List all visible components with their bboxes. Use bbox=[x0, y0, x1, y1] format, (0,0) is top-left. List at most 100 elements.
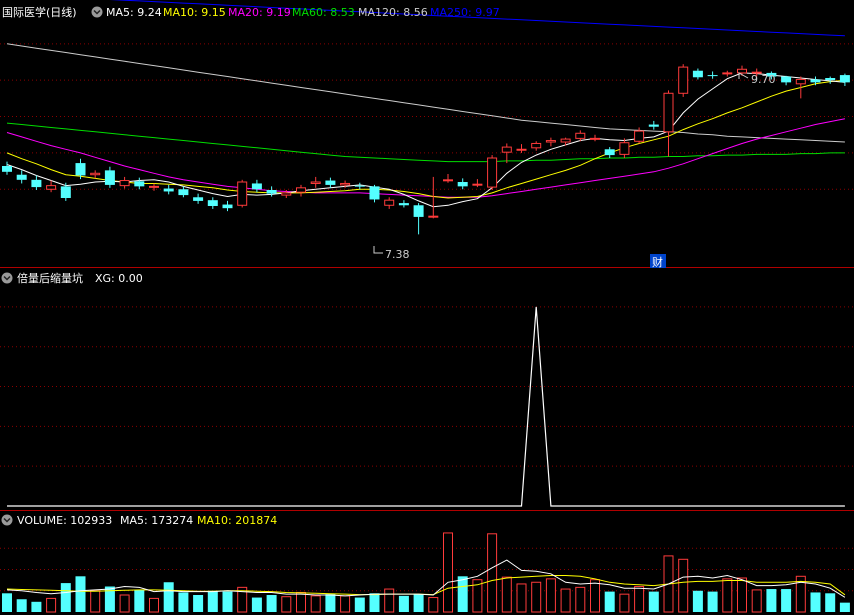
candle-body-up bbox=[90, 172, 101, 176]
volume-bar-up bbox=[310, 595, 321, 613]
ma10-readout: MA10: 9.15 bbox=[163, 6, 226, 19]
volume-bar-down bbox=[839, 602, 850, 612]
volume-bar-down bbox=[163, 582, 174, 612]
ma250-readout: MA250: 9.97 bbox=[430, 6, 500, 19]
candle-body-up bbox=[384, 199, 395, 206]
candle-body-down bbox=[163, 188, 174, 192]
candle-body-up bbox=[678, 66, 689, 94]
candle[interactable] bbox=[678, 64, 689, 97]
candle-body-down bbox=[707, 75, 718, 77]
volume-bar-up bbox=[340, 595, 351, 613]
volume-bar-down bbox=[325, 594, 336, 612]
volume-bar-up bbox=[149, 597, 159, 613]
candle-body-down bbox=[398, 203, 409, 206]
volume-bar-down bbox=[178, 592, 189, 612]
volume-bar-up bbox=[545, 578, 556, 613]
candle-body-up bbox=[46, 185, 57, 190]
candle-body-up bbox=[531, 142, 542, 149]
candle-body-down bbox=[134, 181, 145, 187]
candle-body-down bbox=[193, 197, 204, 201]
candle-body-up bbox=[340, 182, 351, 186]
candle-body-down bbox=[325, 180, 336, 185]
candle-body-down bbox=[692, 70, 703, 78]
volume-readout: VOLUME: 102933 bbox=[17, 514, 112, 527]
volume-bar-down bbox=[31, 601, 42, 612]
candle-body-up bbox=[119, 180, 130, 187]
candle-body-down bbox=[60, 186, 71, 198]
volume-bar-down bbox=[810, 592, 821, 612]
candle-body-down bbox=[825, 78, 836, 81]
volume-bar-up bbox=[737, 577, 747, 613]
volume-bar-down bbox=[413, 594, 424, 612]
volume-bar-up bbox=[281, 596, 292, 613]
candle-body-up bbox=[575, 132, 586, 139]
volume-bar-up bbox=[119, 594, 130, 613]
stock-name-label: 国际医学(日线) bbox=[2, 5, 77, 19]
candle[interactable] bbox=[237, 179, 248, 208]
volume-bar-up bbox=[531, 581, 542, 613]
candle-body-up bbox=[795, 78, 806, 85]
candle-body-down bbox=[104, 170, 115, 185]
xg-readout: XG: 0.00 bbox=[95, 272, 143, 285]
volume-bar-down bbox=[222, 591, 233, 612]
candle-body-down bbox=[354, 185, 365, 187]
collapse-indicator-panel-icon[interactable] bbox=[1, 272, 13, 284]
candle-body-up bbox=[634, 130, 645, 142]
volume-bar-up bbox=[443, 532, 453, 613]
candle-body-down bbox=[839, 75, 850, 83]
candle-body-down bbox=[604, 149, 615, 156]
candle-body-up bbox=[722, 72, 733, 75]
volume-ma5-readout: MA5: 173274 bbox=[120, 514, 193, 527]
collapse-price-panel-icon[interactable] bbox=[91, 6, 103, 18]
volume-bar-down bbox=[207, 590, 218, 612]
candle-body-down bbox=[222, 204, 233, 209]
volume-bar-down bbox=[60, 583, 71, 612]
volume-bar-down bbox=[604, 591, 615, 612]
candle-body-down bbox=[369, 186, 380, 200]
candle-body-up bbox=[237, 181, 248, 206]
volume-bar-down bbox=[457, 576, 468, 612]
volume-bar-up bbox=[575, 586, 586, 613]
candle-body-up bbox=[545, 140, 556, 143]
volume-bar-down bbox=[266, 595, 277, 612]
low-price-label: 7.38 bbox=[385, 248, 410, 261]
candle-body-down bbox=[810, 79, 821, 83]
candle[interactable] bbox=[487, 155, 498, 190]
volume-bar-up bbox=[90, 590, 101, 613]
ma20-readout: MA20: 9.19 bbox=[228, 6, 291, 19]
candle-body-down bbox=[413, 205, 424, 217]
volume-bar-down bbox=[398, 595, 409, 612]
candle-body-down bbox=[457, 182, 468, 187]
candle-body-down bbox=[31, 179, 42, 188]
financial-report-label: 财 bbox=[652, 255, 663, 269]
volume-bar-up bbox=[751, 589, 762, 613]
volume-bar-down bbox=[16, 599, 27, 612]
volume-ma10-readout: MA10: 201874 bbox=[197, 514, 277, 527]
candle-body-up bbox=[310, 181, 321, 184]
candle-body-down bbox=[207, 200, 218, 206]
ma120-readout: MA120: 8.56 bbox=[358, 6, 428, 19]
volume-bar-down bbox=[825, 593, 836, 612]
candle-body-down bbox=[648, 124, 659, 127]
candle-body-up bbox=[443, 179, 453, 182]
ma60-readout: MA60: 8.53 bbox=[292, 6, 355, 19]
candle-body-down bbox=[16, 174, 27, 180]
candle-body-down bbox=[251, 183, 262, 190]
volume-bar-down bbox=[75, 576, 86, 612]
volume-bar-up bbox=[296, 591, 306, 613]
candle-body-up bbox=[487, 157, 498, 188]
volume-bar-down bbox=[766, 589, 777, 612]
volume-bar-down bbox=[354, 597, 365, 612]
candle-body-up bbox=[663, 92, 674, 133]
candle-body-up bbox=[619, 142, 630, 155]
indicator-name-label: 倍量后缩量坑 bbox=[17, 271, 83, 285]
volume-bar-up bbox=[46, 597, 57, 613]
stock-chart: 9.70 7.38 财 国际医学(日线) MA5: 9.24 MA10: 9.1… bbox=[0, 0, 854, 615]
candle-body-up bbox=[501, 146, 512, 153]
collapse-volume-panel-icon[interactable] bbox=[1, 514, 13, 526]
candle-body-up bbox=[590, 137, 600, 140]
volume-bar-up bbox=[619, 593, 630, 613]
volume-bar-up bbox=[428, 597, 439, 613]
volume-bar-down bbox=[251, 597, 262, 612]
volume-bar-up bbox=[590, 579, 600, 613]
